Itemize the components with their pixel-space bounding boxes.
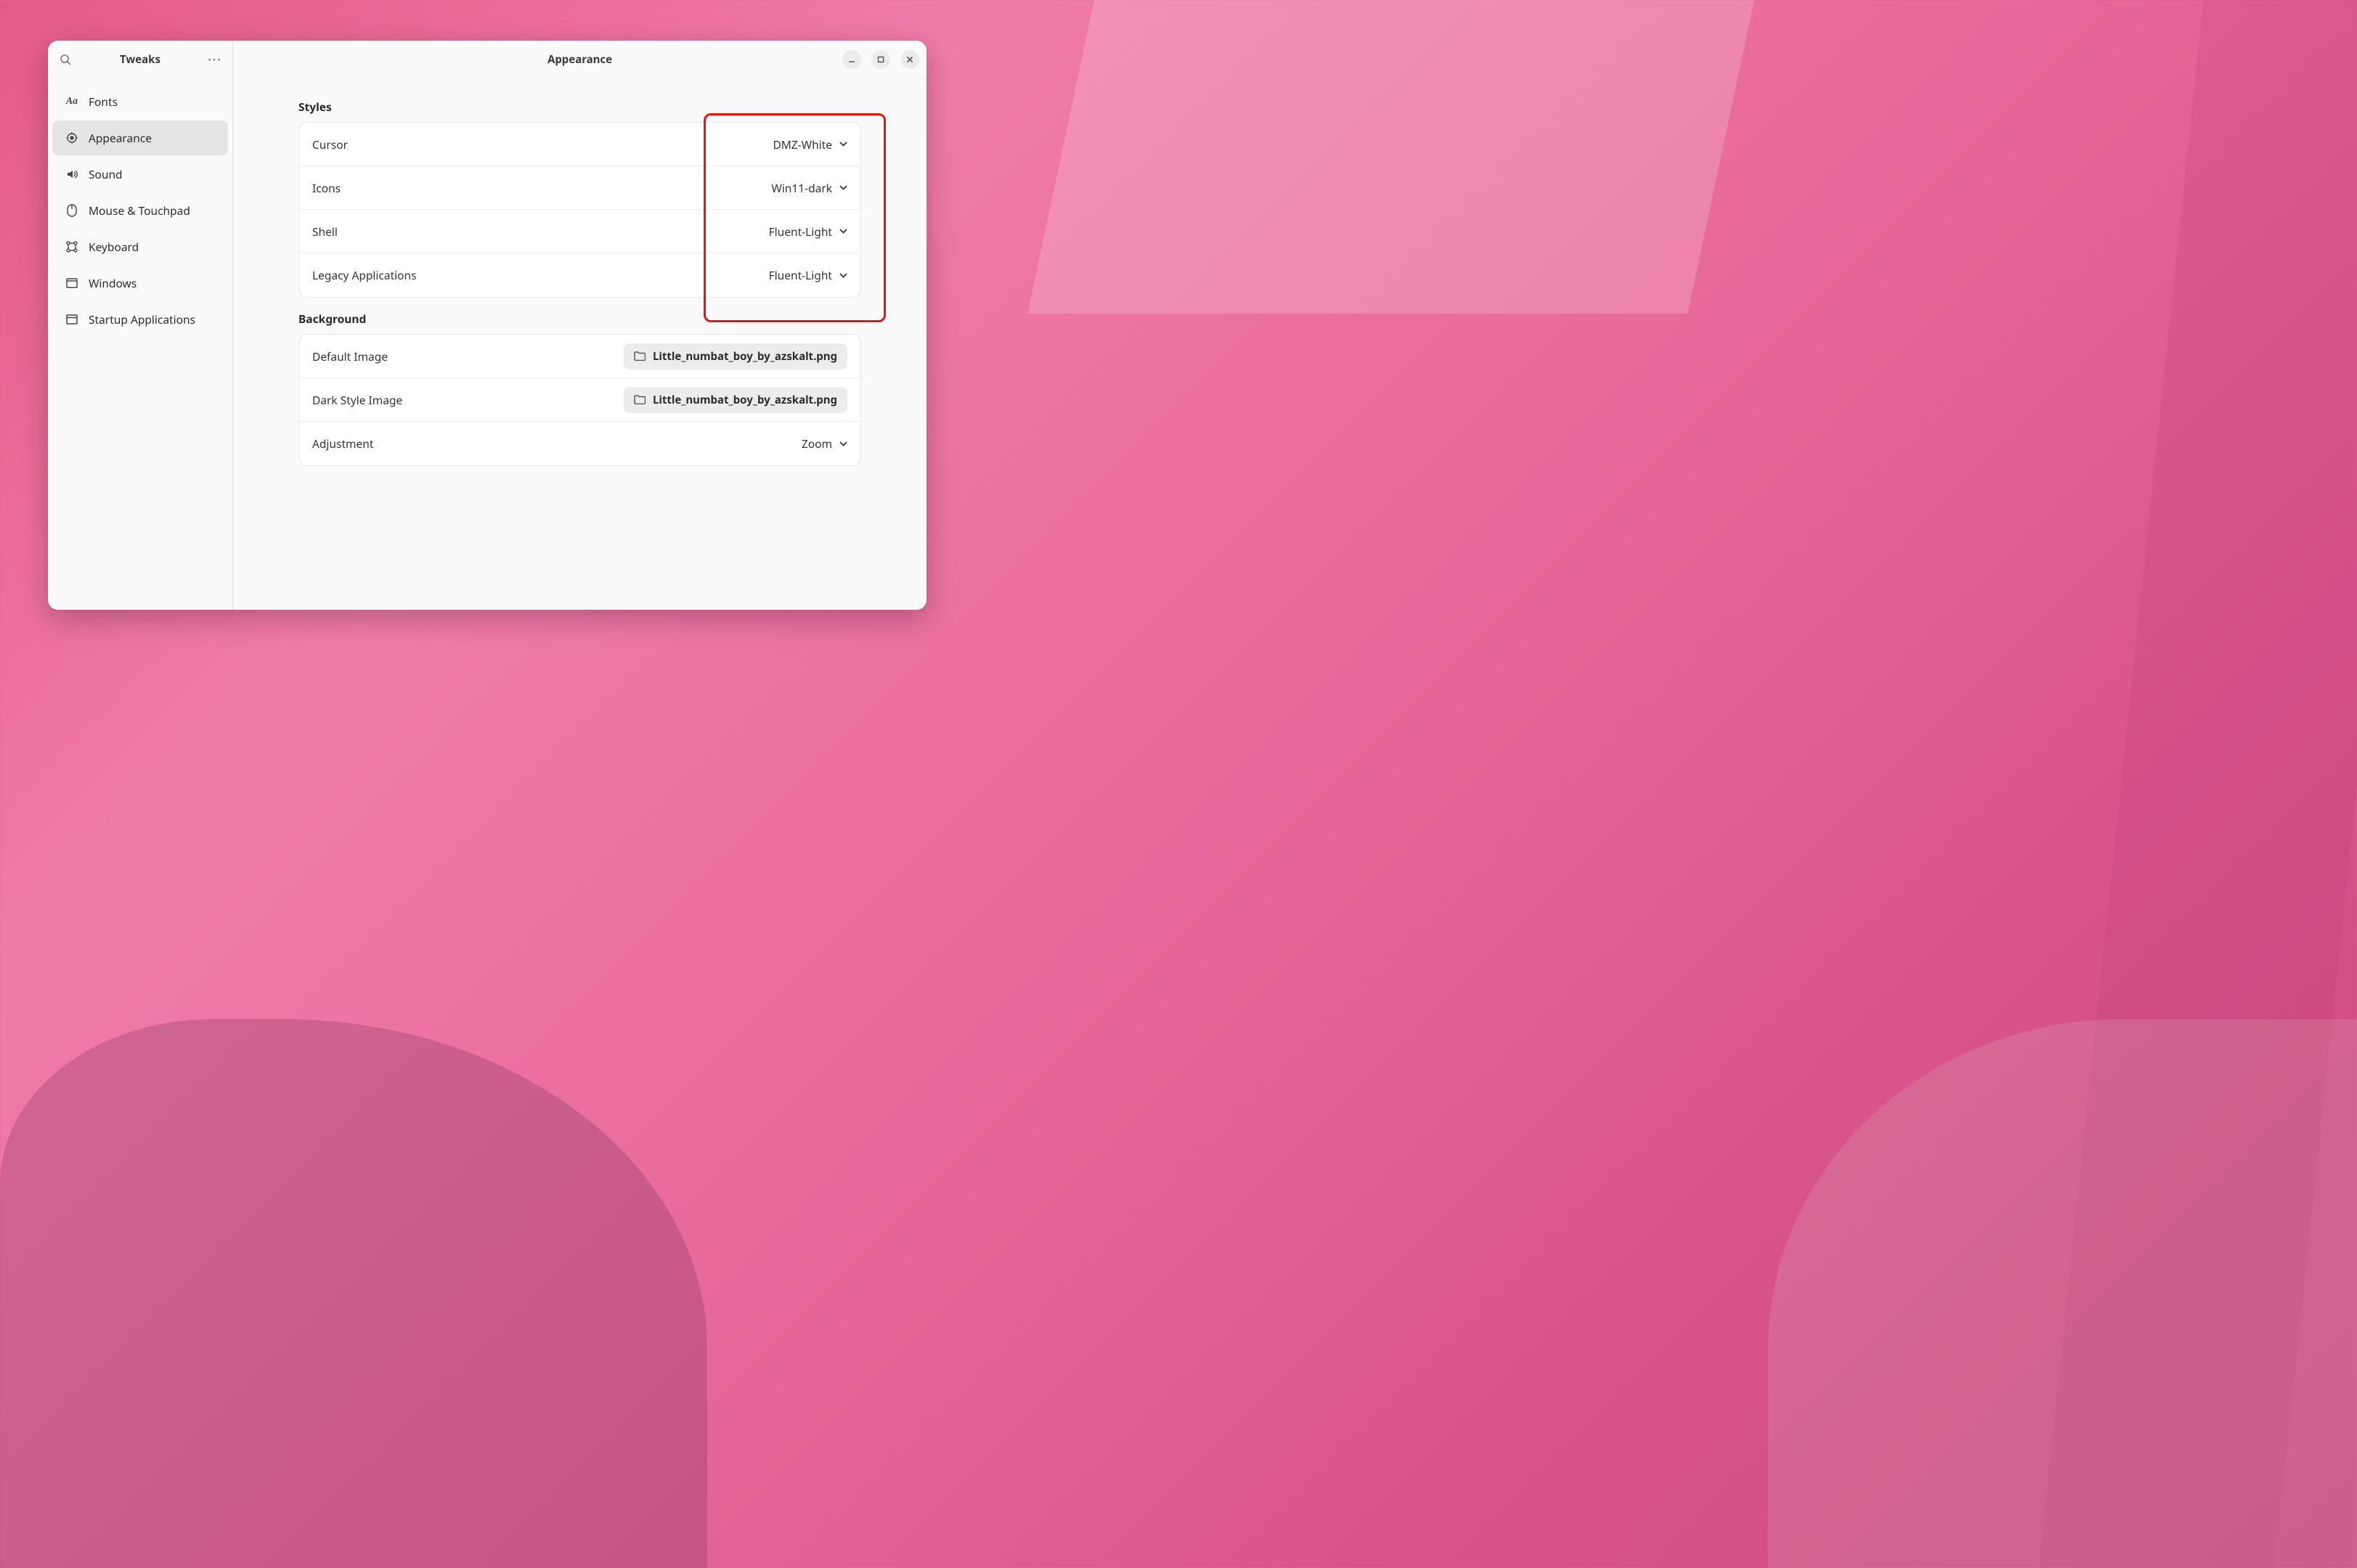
content-pane: Appearance Styles Cursor [233,41,927,610]
background-group: Default Image Little_numbat_boy_by_azska… [298,334,861,466]
close-button[interactable] [900,50,919,69]
sound-icon [65,168,78,181]
row-label: Default Image [312,348,388,364]
icons-dropdown[interactable]: Win11-dark [771,180,847,196]
default-image-picker[interactable]: Little_numbat_boy_by_azskalt.png [624,343,847,369]
search-button[interactable] [55,49,76,70]
chevron-down-icon [839,142,847,147]
mouse-icon [65,204,78,217]
sidebar-item-fonts[interactable]: Aa Fonts [52,84,228,119]
row-label: Icons [312,180,341,196]
keyboard-icon [65,240,78,253]
app-title: Tweaks [76,52,205,67]
startup-apps-icon [65,313,78,326]
content-header: Appearance [233,41,927,78]
row-cursor: Cursor DMZ-White [299,123,860,166]
sidebar-item-label: Fonts [89,94,118,110]
page-title: Appearance [547,52,612,67]
wallpaper-shape [1768,1019,2357,1568]
fonts-icon: Aa [65,95,78,108]
dropdown-value: Zoom [802,436,832,452]
dropdown-value: Fluent-Light [769,224,832,240]
dots-icon: ··· [208,52,222,68]
minimize-icon [848,56,855,63]
chevron-down-icon [839,441,847,446]
appearance-icon [65,131,78,144]
row-default-image: Default Image Little_numbat_boy_by_azska… [299,335,860,378]
sidebar-item-label: Appearance [89,130,152,146]
shell-dropdown[interactable]: Fluent-Light [769,224,847,240]
row-label: Dark Style Image [312,392,402,408]
dropdown-value: DMZ-White [773,136,832,152]
sidebar-item-keyboard[interactable]: Keyboard [52,229,228,264]
section-heading-styles: Styles [298,99,861,115]
row-icons: Icons Win11-dark [299,166,860,210]
row-dark-style-image: Dark Style Image Little_numbat_boy_by_az… [299,378,860,422]
row-label: Cursor [312,136,348,152]
styles-group: Cursor DMZ-White Icons Win11-dark Shell [298,122,861,298]
minimize-button[interactable] [842,50,861,69]
section-heading-background: Background [298,311,861,327]
row-label: Legacy Applications [312,267,417,283]
row-legacy-applications: Legacy Applications Fluent-Light [299,253,860,297]
more-button[interactable]: ··· [205,49,225,70]
wallpaper-shape [0,1019,707,1568]
windows-icon [65,277,78,290]
adjustment-dropdown[interactable]: Zoom [802,436,847,452]
folder-icon [634,351,646,361]
window-controls [842,50,919,69]
chevron-down-icon [839,273,847,278]
sidebar-nav: Aa Fonts Appearance Sound Mouse & Touch [48,78,232,343]
close-icon [906,56,913,63]
sidebar-item-label: Mouse & Touchpad [89,203,190,219]
sidebar: Tweaks ··· Aa Fonts Appearance Sound [48,41,233,610]
file-name: Little_numbat_boy_by_azskalt.png [653,393,837,407]
dark-image-picker[interactable]: Little_numbat_boy_by_azskalt.png [624,387,847,413]
chevron-down-icon [839,185,847,190]
wallpaper-shape [1027,0,1754,314]
sidebar-item-label: Windows [89,275,137,291]
file-name: Little_numbat_boy_by_azskalt.png [653,349,837,364]
chevron-down-icon [839,229,847,234]
row-label: Shell [312,224,338,240]
row-adjustment: Adjustment Zoom [299,422,860,465]
row-label: Adjustment [312,436,373,452]
sidebar-item-sound[interactable]: Sound [52,157,228,192]
maximize-icon [877,56,884,63]
sidebar-header: Tweaks ··· [48,41,232,78]
row-shell: Shell Fluent-Light [299,210,860,253]
tweaks-window: Tweaks ··· Aa Fonts Appearance Sound [48,41,927,610]
legacy-apps-dropdown[interactable]: Fluent-Light [769,267,847,283]
search-icon [60,54,71,65]
folder-icon [634,395,646,404]
dropdown-value: Fluent-Light [769,267,832,283]
maximize-button[interactable] [871,50,890,69]
sidebar-item-label: Startup Applications [89,311,195,327]
dropdown-value: Win11-dark [771,180,832,196]
sidebar-item-label: Keyboard [89,239,139,255]
sidebar-item-windows[interactable]: Windows [52,266,228,301]
cursor-dropdown[interactable]: DMZ-White [773,136,847,152]
sidebar-item-startup-apps[interactable]: Startup Applications [52,302,228,337]
content-body: Styles Cursor DMZ-White Icons Win11-dark [233,78,927,610]
sidebar-item-appearance[interactable]: Appearance [52,121,228,155]
sidebar-item-label: Sound [89,166,123,182]
sidebar-item-mouse-touchpad[interactable]: Mouse & Touchpad [52,193,228,228]
